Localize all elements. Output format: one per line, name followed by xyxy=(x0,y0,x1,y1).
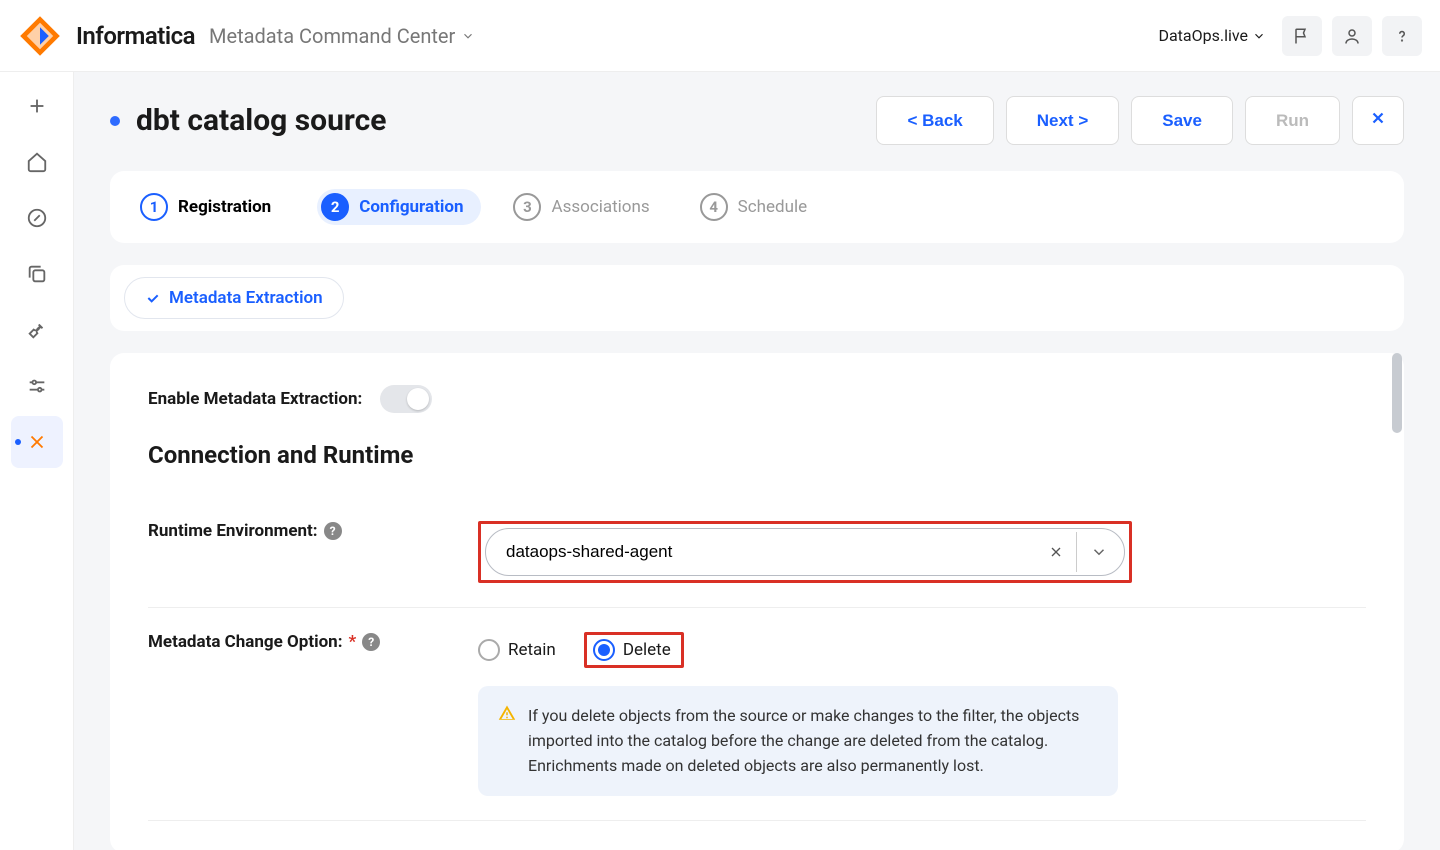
back-button[interactable]: < Back xyxy=(876,96,993,145)
radio-retain[interactable]: Retain xyxy=(478,639,556,661)
app-name-label: Metadata Command Center xyxy=(209,24,455,48)
enable-toggle-row: Enable Metadata Extraction: xyxy=(148,385,1366,413)
step-label: Schedule xyxy=(738,197,807,217)
runtime-input[interactable] xyxy=(506,542,1036,562)
header-right: DataOps.live xyxy=(1158,16,1422,56)
main-content: dbt catalog source < Back Next > Save Ru… xyxy=(74,72,1440,850)
config-card: Enable Metadata Extraction: Connection a… xyxy=(110,353,1404,850)
step-associations[interactable]: 3 Associations xyxy=(513,193,649,221)
plus-icon xyxy=(26,95,48,117)
enable-toggle[interactable] xyxy=(380,385,432,413)
sidebar-item-tools[interactable] xyxy=(11,304,63,356)
radio-circle xyxy=(478,639,500,661)
radio-delete[interactable]: Delete xyxy=(593,639,671,661)
radio-row: Retain Delete xyxy=(478,632,1366,668)
user-icon xyxy=(1343,27,1361,45)
change-option-field: Metadata Change Option: * ? Retain xyxy=(148,608,1366,821)
informatica-logo-icon xyxy=(18,14,62,58)
chevron-down-icon xyxy=(461,29,475,43)
wizard-stepper: 1 Registration 2 Configuration 3 Associa… xyxy=(110,171,1404,243)
warning-text: If you delete objects from the source or… xyxy=(528,704,1098,778)
home-icon xyxy=(26,151,48,173)
close-icon xyxy=(1369,109,1387,127)
sidebar-item-add[interactable] xyxy=(11,80,63,132)
tab-metadata-extraction[interactable]: Metadata Extraction xyxy=(124,277,344,319)
copy-icon xyxy=(26,263,48,285)
step-label: Associations xyxy=(551,197,649,217)
step-registration[interactable]: 1 Registration xyxy=(140,193,271,221)
help-button[interactable] xyxy=(1382,16,1422,56)
sidebar-item-home[interactable] xyxy=(11,136,63,188)
step-configuration[interactable]: 2 Configuration xyxy=(317,189,481,225)
runtime-combo[interactable] xyxy=(485,528,1125,576)
sidebar-item-settings[interactable] xyxy=(11,360,63,412)
step-schedule[interactable]: 4 Schedule xyxy=(700,193,807,221)
save-button[interactable]: Save xyxy=(1131,96,1233,145)
next-button[interactable]: Next > xyxy=(1006,96,1120,145)
step-label: Registration xyxy=(178,197,271,217)
close-icon xyxy=(1048,544,1064,560)
enable-label: Enable Metadata Extraction: xyxy=(148,389,362,409)
user-button[interactable] xyxy=(1332,16,1372,56)
toggle-knob xyxy=(407,388,429,410)
step-num: 2 xyxy=(321,193,349,221)
active-dot-icon xyxy=(15,439,21,445)
org-switcher[interactable]: DataOps.live xyxy=(1158,26,1266,45)
source-icon xyxy=(26,431,48,453)
scroll-thumb[interactable] xyxy=(1392,353,1402,433)
title-row: dbt catalog source < Back Next > Save Ru… xyxy=(110,96,1404,145)
runtime-field: Runtime Environment: ? xyxy=(148,497,1366,608)
step-label: Configuration xyxy=(359,197,463,217)
highlight-box xyxy=(478,521,1132,583)
help-icon[interactable]: ? xyxy=(324,522,342,540)
warning-icon xyxy=(498,704,516,778)
required-star: * xyxy=(349,632,357,652)
change-option-control: Retain Delete If you de xyxy=(478,632,1366,796)
app-switcher[interactable]: Metadata Command Center xyxy=(209,24,475,48)
question-icon xyxy=(1393,27,1411,45)
radio-label: Delete xyxy=(623,640,671,660)
warning-box: If you delete objects from the source or… xyxy=(478,686,1118,796)
top-header: Informatica Metadata Command Center Data… xyxy=(0,0,1440,72)
action-buttons: < Back Next > Save Run xyxy=(876,96,1404,145)
page-title: dbt catalog source xyxy=(136,103,386,138)
chevron-down-icon xyxy=(1252,29,1266,43)
subtab-label: Metadata Extraction xyxy=(169,288,323,308)
flag-icon xyxy=(1293,27,1311,45)
dropdown-button[interactable] xyxy=(1076,532,1120,572)
compass-icon xyxy=(26,207,48,229)
org-name-label: DataOps.live xyxy=(1158,26,1248,45)
radio-circle xyxy=(593,639,615,661)
step-num: 1 xyxy=(140,193,168,221)
step-num: 3 xyxy=(513,193,541,221)
step-num: 4 xyxy=(700,193,728,221)
flag-button[interactable] xyxy=(1282,16,1322,56)
sidebar-item-copy[interactable] xyxy=(11,248,63,300)
scrollbar[interactable] xyxy=(1390,353,1404,850)
run-button: Run xyxy=(1245,96,1340,145)
check-icon xyxy=(145,290,161,306)
sidebar xyxy=(0,72,74,850)
runtime-control xyxy=(478,521,1366,583)
runtime-label: Runtime Environment: ? xyxy=(148,521,478,541)
status-dot-icon xyxy=(110,116,120,126)
help-icon[interactable]: ? xyxy=(362,633,380,651)
sidebar-item-explore[interactable] xyxy=(11,192,63,244)
sidebar-item-source[interactable] xyxy=(11,416,63,468)
clear-button[interactable] xyxy=(1036,532,1076,572)
change-option-label: Metadata Change Option: * ? xyxy=(148,632,478,652)
chevron-down-icon xyxy=(1090,543,1108,561)
wrench-icon xyxy=(26,319,48,341)
title-left: dbt catalog source xyxy=(110,103,386,138)
section-title: Connection and Runtime xyxy=(148,441,1366,469)
close-button[interactable] xyxy=(1352,96,1404,145)
brand-label: Informatica xyxy=(76,22,195,50)
header-left: Informatica Metadata Command Center xyxy=(18,14,475,58)
radio-label: Retain xyxy=(508,640,556,660)
highlight-box: Delete xyxy=(584,632,684,668)
sliders-icon xyxy=(26,375,48,397)
subtabs: Metadata Extraction xyxy=(110,265,1404,331)
